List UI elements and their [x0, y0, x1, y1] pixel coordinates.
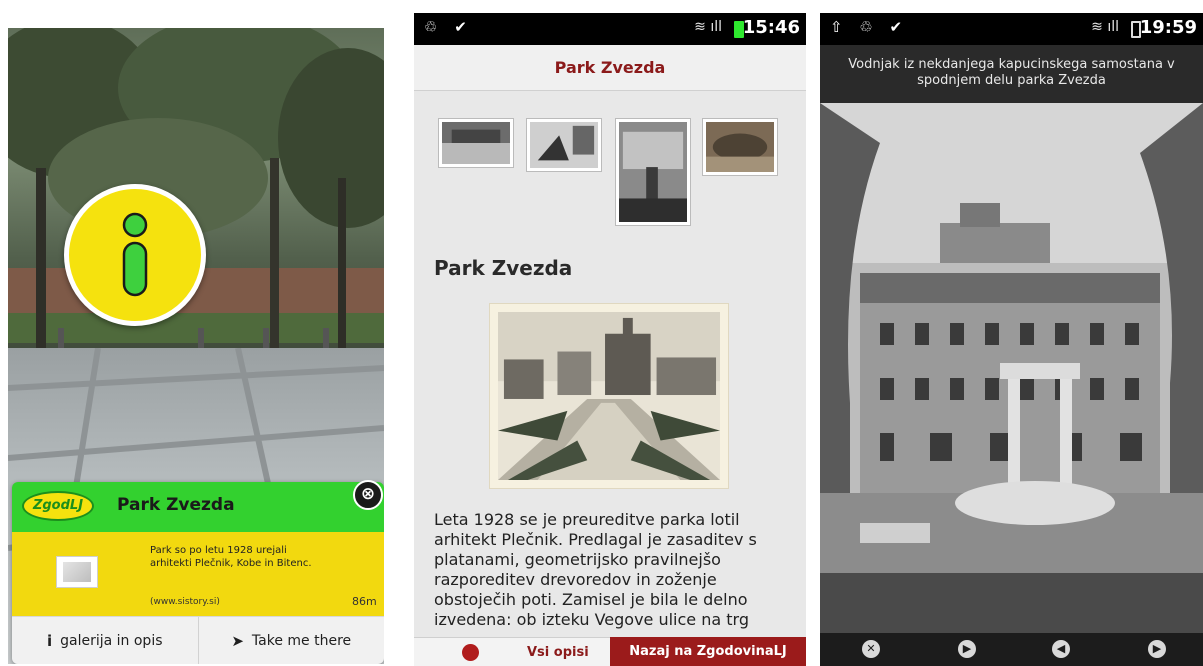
gallery-controls: ✕ ▶ ◀ ▶ [820, 633, 1203, 666]
gallery-description-label: galerija in opis [60, 632, 163, 649]
page-title: Park Zvezda [554, 58, 666, 77]
thumbnail-strip [414, 118, 806, 228]
close-icon[interactable]: ✕ [862, 640, 880, 658]
description-text: Leta 1928 se je preureditve parka lotil … [434, 510, 757, 629]
zgodlj-logo: ZgodLJ [22, 491, 94, 521]
poi-card-actions: i galerija in opis ➤ Take me there [12, 616, 384, 664]
status-bar: ♲ ✔ ≋ ıll 15:46 [414, 13, 806, 45]
poi-source-link[interactable]: (www.sistory.si) [150, 597, 220, 607]
image-placeholder-icon[interactable] [56, 556, 98, 588]
take-me-there-label: Take me there [251, 632, 352, 649]
next-icon[interactable]: ▶ [1148, 640, 1166, 658]
gallery-photo[interactable] [820, 103, 1203, 633]
info-poi-marker[interactable] [64, 184, 206, 326]
gallery-description-button[interactable]: i galerija in opis [12, 617, 198, 664]
navigate-arrow-icon: ➤ [231, 631, 244, 650]
poi-card: ZgodLJ Park Zvezda Park so po letu 1928 … [12, 482, 384, 664]
photo-caption-text: Vodnjak iz nekdanjega kapucinskega samos… [848, 57, 1175, 88]
gallery-thumbnail-selected[interactable] [615, 118, 691, 226]
poi-description: Park so po letu 1928 urejali arhitekti P… [150, 545, 312, 569]
status-time: 19:59 [1139, 17, 1197, 38]
signal-icons: ≋ ıll [694, 19, 722, 35]
photo-caption: Vodnjak iz nekdanjega kapucinskega samos… [820, 45, 1203, 103]
title-bar: Park Zvezda [414, 45, 806, 91]
gallery-thumbnail[interactable] [438, 118, 514, 168]
description-screen: ♲ ✔ ≋ ıll 15:46 Park Zvezda Park Zvezda [414, 13, 806, 666]
info-icon [122, 212, 148, 297]
bottom-nav: Vsi opisi Nazaj na ZgodovinaLJ [414, 637, 806, 666]
play-icon[interactable]: ▶ [958, 640, 976, 658]
gallery-screen: ⇧ ♲ ✔ ≋ ıll 19:59 Vodnjak iz nekdanjega … [820, 13, 1203, 666]
notification-icons: ⇧ ♲ ✔ [830, 18, 909, 36]
notification-icons: ♲ ✔ [424, 18, 473, 36]
close-icon[interactable]: ⊗ [353, 480, 383, 510]
all-descriptions-label: Vsi opisi [527, 644, 589, 660]
grid-icon [462, 643, 479, 661]
status-time: 15:46 [742, 17, 800, 38]
gallery-thumbnail[interactable] [702, 118, 778, 176]
ar-view-screen: ZgodLJ Park Zvezda Park so po letu 1928 … [8, 28, 384, 664]
status-bar: ⇧ ♲ ✔ ≋ ıll 19:59 [820, 13, 1203, 45]
poi-distance: 86m [352, 595, 377, 608]
poi-card-header: ZgodLJ Park Zvezda [12, 482, 384, 532]
poi-title: Park Zvezda [117, 495, 235, 515]
main-photo[interactable] [489, 303, 729, 489]
back-to-zgodovinalj-button[interactable]: Nazaj na ZgodovinaLJ [610, 637, 806, 666]
info-small-icon: i [46, 631, 53, 650]
section-title: Park Zvezda [434, 256, 573, 280]
all-descriptions-button[interactable]: Vsi opisi [414, 637, 610, 666]
take-me-there-button[interactable]: ➤ Take me there [197, 617, 385, 664]
gallery-thumbnail[interactable] [526, 118, 602, 172]
signal-icons: ≋ ıll [1091, 19, 1119, 35]
previous-icon[interactable]: ◀ [1052, 640, 1070, 658]
poi-card-body: Park so po letu 1928 urejali arhitekti P… [12, 532, 384, 616]
